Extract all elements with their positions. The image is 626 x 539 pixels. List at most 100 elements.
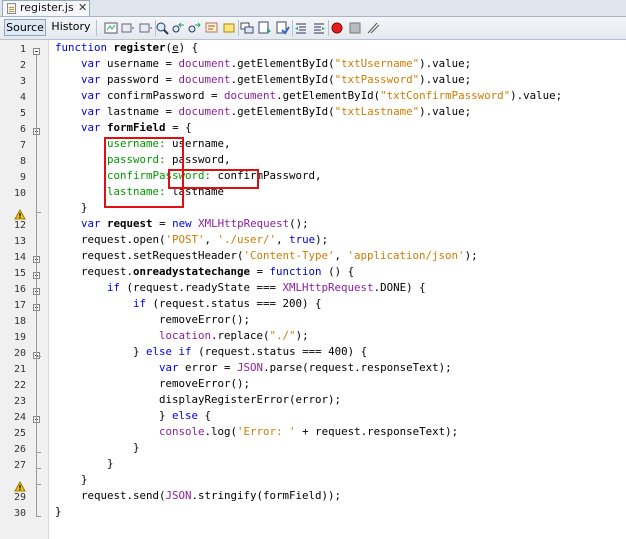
code-line[interactable]: var username = document.getElementById("… [55,56,471,72]
code-token: } [55,345,147,358]
line-number: 19 [13,332,26,343]
line-number: 4 [19,92,26,103]
line-number: 15 [13,268,26,279]
code-line[interactable]: } [55,504,62,520]
code-token: .DONE) { [373,281,426,294]
file-tab-register-js[interactable]: register.js ✕ [2,0,90,16]
source-view-button[interactable]: Source [4,19,46,36]
code-line[interactable]: } [55,200,88,216]
code-token: , [204,233,218,246]
warning-icon[interactable] [14,205,26,220]
find-selection-icon[interactable] [205,21,219,35]
code-line[interactable]: request.onreadystatechange = function ()… [55,264,354,280]
code-fold-toggle[interactable] [33,48,40,55]
code-line[interactable]: removeError(); [55,312,250,328]
code-token: { [198,409,212,422]
code-line[interactable]: var lastname = document.getElementById("… [55,104,471,120]
line-number: 16 [13,284,26,295]
code-line[interactable]: request.send(JSON.stringify(formField)); [55,488,341,504]
code-token: .stringify(formField)); [191,489,342,502]
code-token: 'application/json' [347,249,465,262]
toggle-highlight-icon[interactable] [222,21,236,35]
close-tab-icon[interactable]: ✕ [78,1,87,15]
find-next-icon[interactable] [187,21,201,35]
shift-right-icon[interactable] [312,21,326,35]
code-token: var [81,57,101,70]
code-line[interactable]: request.setRequestHeader('Content-Type',… [55,248,478,264]
toggle-bookmark-icon[interactable] [258,21,272,35]
code-token: (request.status === 400) { [191,345,368,358]
code-line[interactable]: } else { [55,408,211,424]
fold-guide-end [36,468,41,469]
code-token: new [172,217,192,230]
code-token: request. [55,265,134,278]
code-line[interactable]: } else if (request.status === 400) { [55,344,367,360]
history-view-button[interactable]: History [50,19,92,36]
line-number: 7 [19,140,26,151]
code-token: lastname = [100,105,179,118]
code-token: var [81,105,101,118]
code-token: } [55,441,140,454]
last-edit-icon[interactable] [104,21,118,35]
code-line[interactable]: var confirmPassword = document.getElemen… [55,88,562,104]
code-token: onreadystatechange [133,265,251,278]
warning-icon[interactable] [14,477,26,492]
code-token: } [55,505,62,518]
code-line[interactable]: var password = document.getElementById("… [55,72,471,88]
code-token: if [107,281,121,294]
code-line[interactable]: if (request.readyState === XMLHttpReques… [55,280,426,296]
line-number: 14 [13,252,26,263]
line-number: 18 [13,316,26,327]
js-file-icon [7,3,16,14]
find-icon[interactable] [155,21,169,35]
line-number: 30 [13,508,26,519]
comment-icon[interactable] [366,21,380,35]
back-icon[interactable] [121,21,135,35]
line-number: 20 [13,348,26,359]
stop-macro-icon[interactable] [348,21,362,35]
fold-guide-end [36,356,41,357]
toolbar-separator [96,20,97,36]
code-line[interactable]: } [55,456,114,472]
code-line[interactable]: location.replace("./"); [55,328,309,344]
line-number: 1 [19,44,26,55]
code-line[interactable]: removeError(); [55,376,250,392]
code-line[interactable]: displayRegisterError(error); [55,392,341,408]
code-line[interactable]: if (request.status === 200) { [55,296,322,312]
code-token: error = [178,361,238,374]
code-line[interactable]: var error = JSON.parse(request.responseT… [55,360,452,376]
code-line[interactable]: console.log('Error: ' + request.response… [55,424,458,440]
code-token: "txtUsername" [334,57,420,70]
editor-toolbar: Source History [0,17,626,40]
code-token: .replace( [211,329,270,342]
code-token: './user/' [217,233,277,246]
find-previous-icon[interactable] [171,21,185,35]
code-token: document [178,57,231,70]
record-macro-icon[interactable] [330,21,344,35]
toggle-rectangular-icon[interactable] [240,21,254,35]
code-token: request.setRequestHeader( [55,249,244,262]
code-line[interactable]: request.open('POST', './user/', true); [55,232,328,248]
code-token: (); [289,217,309,230]
code-token: .getElementById( [230,57,335,70]
code-line[interactable]: function register(e) { [55,40,198,56]
code-token: + request.responseText); [295,425,459,438]
line-number: 21 [13,364,26,375]
shift-left-icon[interactable] [294,21,308,35]
forward-icon[interactable] [139,21,153,35]
code-token: request.send( [55,489,166,502]
code-token: ) { [178,41,199,54]
code-line[interactable]: } [55,472,88,488]
code-line[interactable]: var request = new XMLHttpRequest(); [55,216,309,232]
fold-guide-line [36,135,37,212]
code-line[interactable]: var formField = { [55,120,192,136]
code-token: else [172,409,199,422]
code-line[interactable]: } [55,440,140,456]
next-bookmark-icon[interactable] [276,21,290,35]
